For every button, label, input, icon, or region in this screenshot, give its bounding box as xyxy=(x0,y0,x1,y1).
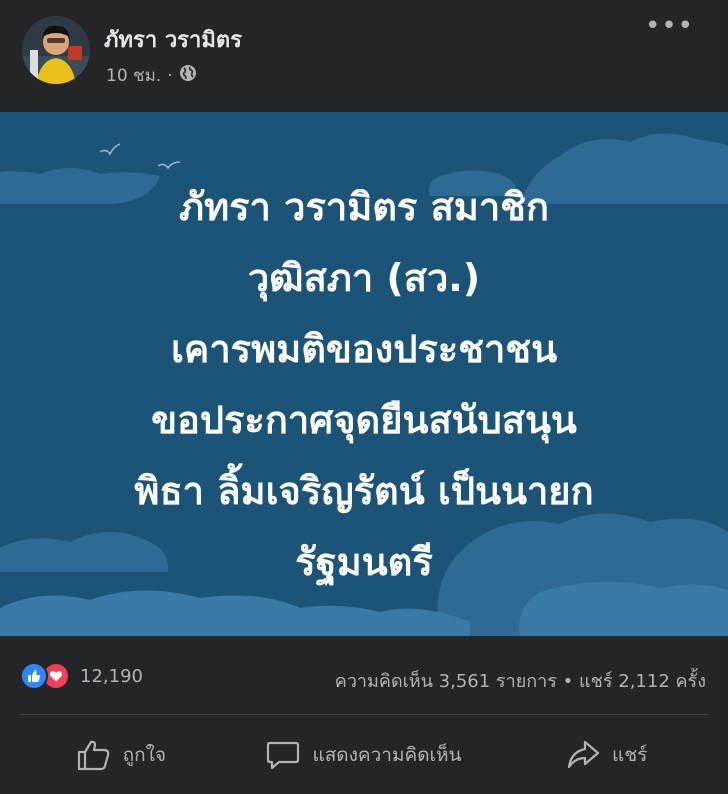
banner-text: ภัทรา วรามิตร สมาชิก วุฒิสภา (สว.) เคารพ… xyxy=(0,172,728,598)
banner-line: เคารพมติของประชาชน xyxy=(170,327,558,371)
banner-line: วุฒิสภา (สว.) xyxy=(247,256,481,300)
banner-line: รัฐมนตรี xyxy=(295,540,433,584)
post-header: ภัทรา วรามิตร 10 ชม. · ••• xyxy=(0,0,728,112)
share-count[interactable]: แชร์ 2,112 ครั้ง xyxy=(579,671,706,692)
reactions-summary[interactable]: 12,190 xyxy=(20,662,143,690)
avatar[interactable] xyxy=(22,16,90,84)
post-meta: 10 ชม. · xyxy=(106,62,197,89)
engagement-summary: ความคิดเห็น 3,561 รายการ • แชร์ 2,112 คร… xyxy=(335,666,706,695)
like-button[interactable]: ถูกใจ xyxy=(0,716,243,794)
banner-line: ภัทรา วรามิตร สมาชิก xyxy=(179,185,549,229)
thumbs-up-icon xyxy=(77,739,111,771)
divider xyxy=(20,714,708,715)
comment-label: แสดงความคิดเห็น xyxy=(312,744,462,766)
like-label: ถูกใจ xyxy=(122,744,167,766)
share-label: แชร์ xyxy=(612,744,648,766)
post-time[interactable]: 10 ชม. xyxy=(106,62,161,89)
comment-button[interactable]: แสดงความคิดเห็น xyxy=(243,716,486,794)
reaction-count: 12,190 xyxy=(80,665,143,687)
post-stats: 12,190 ความคิดเห็น 3,561 รายการ • แชร์ 2… xyxy=(0,636,728,716)
globe-icon xyxy=(179,64,197,87)
banner-line: พิธา ลิ้มเจริญรัตน์ เป็นนายก xyxy=(134,469,594,513)
comment-icon xyxy=(266,739,300,771)
share-button[interactable]: แชร์ xyxy=(485,716,728,794)
share-arrow-icon xyxy=(566,739,600,771)
post-image-banner[interactable]: ภัทรา วรามิตร สมาชิก วุฒิสภา (สว.) เคารพ… xyxy=(0,112,728,636)
comment-count[interactable]: ความคิดเห็น 3,561 รายการ xyxy=(335,671,557,692)
stats-dot: • xyxy=(562,671,574,692)
more-horizontal-icon[interactable]: ••• xyxy=(645,13,694,39)
banner-line: ขอประกาศจุดยืนสนับสนุน xyxy=(151,398,577,442)
meta-separator: · xyxy=(167,65,173,86)
post-actions: ถูกใจ แสดงความคิดเห็น แชร์ xyxy=(0,716,728,794)
author-name[interactable]: ภัทรา วรามิตร xyxy=(104,22,242,57)
like-reaction-icon xyxy=(20,662,48,690)
